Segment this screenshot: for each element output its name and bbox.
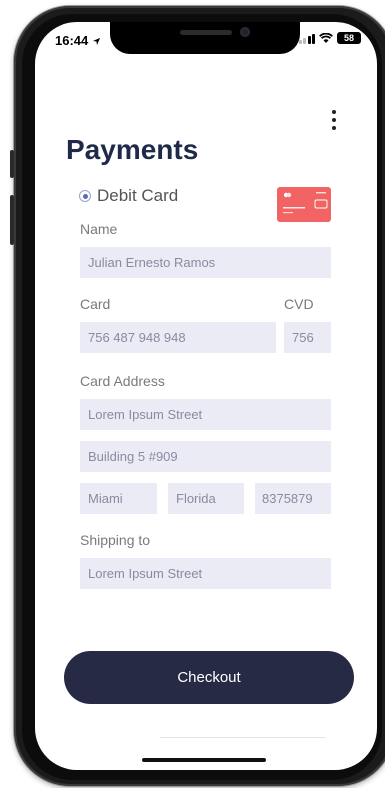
cvd-field[interactable]: 756	[284, 322, 331, 353]
zip-field[interactable]: 8375879	[255, 483, 331, 514]
address-line1-field[interactable]: Lorem Ipsum Street	[80, 399, 331, 430]
address-line2-field[interactable]: Building 5 #909	[80, 441, 331, 472]
payment-method-label: Debit Card	[97, 186, 179, 205]
page-title: Payments	[66, 134, 199, 165]
battery-level: 58	[343, 33, 354, 43]
divider	[160, 737, 326, 738]
phone-side-button	[10, 195, 14, 245]
credit-card-icon	[277, 187, 331, 222]
name-label: Name	[80, 221, 118, 237]
card-thumb-graphic	[283, 192, 328, 214]
screen: 16:44 58 Payments Debit Card Name Julian…	[35, 22, 377, 770]
checkout-button[interactable]: Checkout	[64, 651, 354, 704]
battery-icon: 58	[337, 32, 361, 44]
camera-icon	[240, 27, 250, 37]
status-icons: 58	[298, 32, 361, 44]
city-field[interactable]: Miami	[80, 483, 157, 514]
shipping-field[interactable]: Lorem Ipsum Street	[80, 558, 331, 589]
more-vertical-icon[interactable]	[331, 110, 337, 130]
payment-method-option[interactable]: Debit Card	[79, 186, 178, 206]
status-time: 16:44	[55, 33, 101, 48]
notch	[110, 22, 300, 54]
location-arrow-icon	[92, 37, 100, 46]
shipping-label: Shipping to	[80, 532, 151, 548]
card-number-field[interactable]: 756 487 948 948	[80, 322, 276, 353]
card-label: Card	[80, 296, 111, 312]
signal-icon	[298, 33, 315, 44]
home-indicator[interactable]	[142, 758, 266, 762]
status-time-text: 16:44	[55, 33, 89, 48]
name-field[interactable]: Julian Ernesto Ramos	[80, 247, 331, 278]
cvd-label: CVD	[284, 296, 314, 312]
phone-side-button	[10, 150, 14, 178]
wifi-icon	[319, 32, 333, 43]
radio-button[interactable]	[79, 190, 91, 202]
speaker	[180, 30, 232, 35]
state-field[interactable]: Florida	[168, 483, 244, 514]
card-address-label: Card Address	[80, 373, 165, 389]
